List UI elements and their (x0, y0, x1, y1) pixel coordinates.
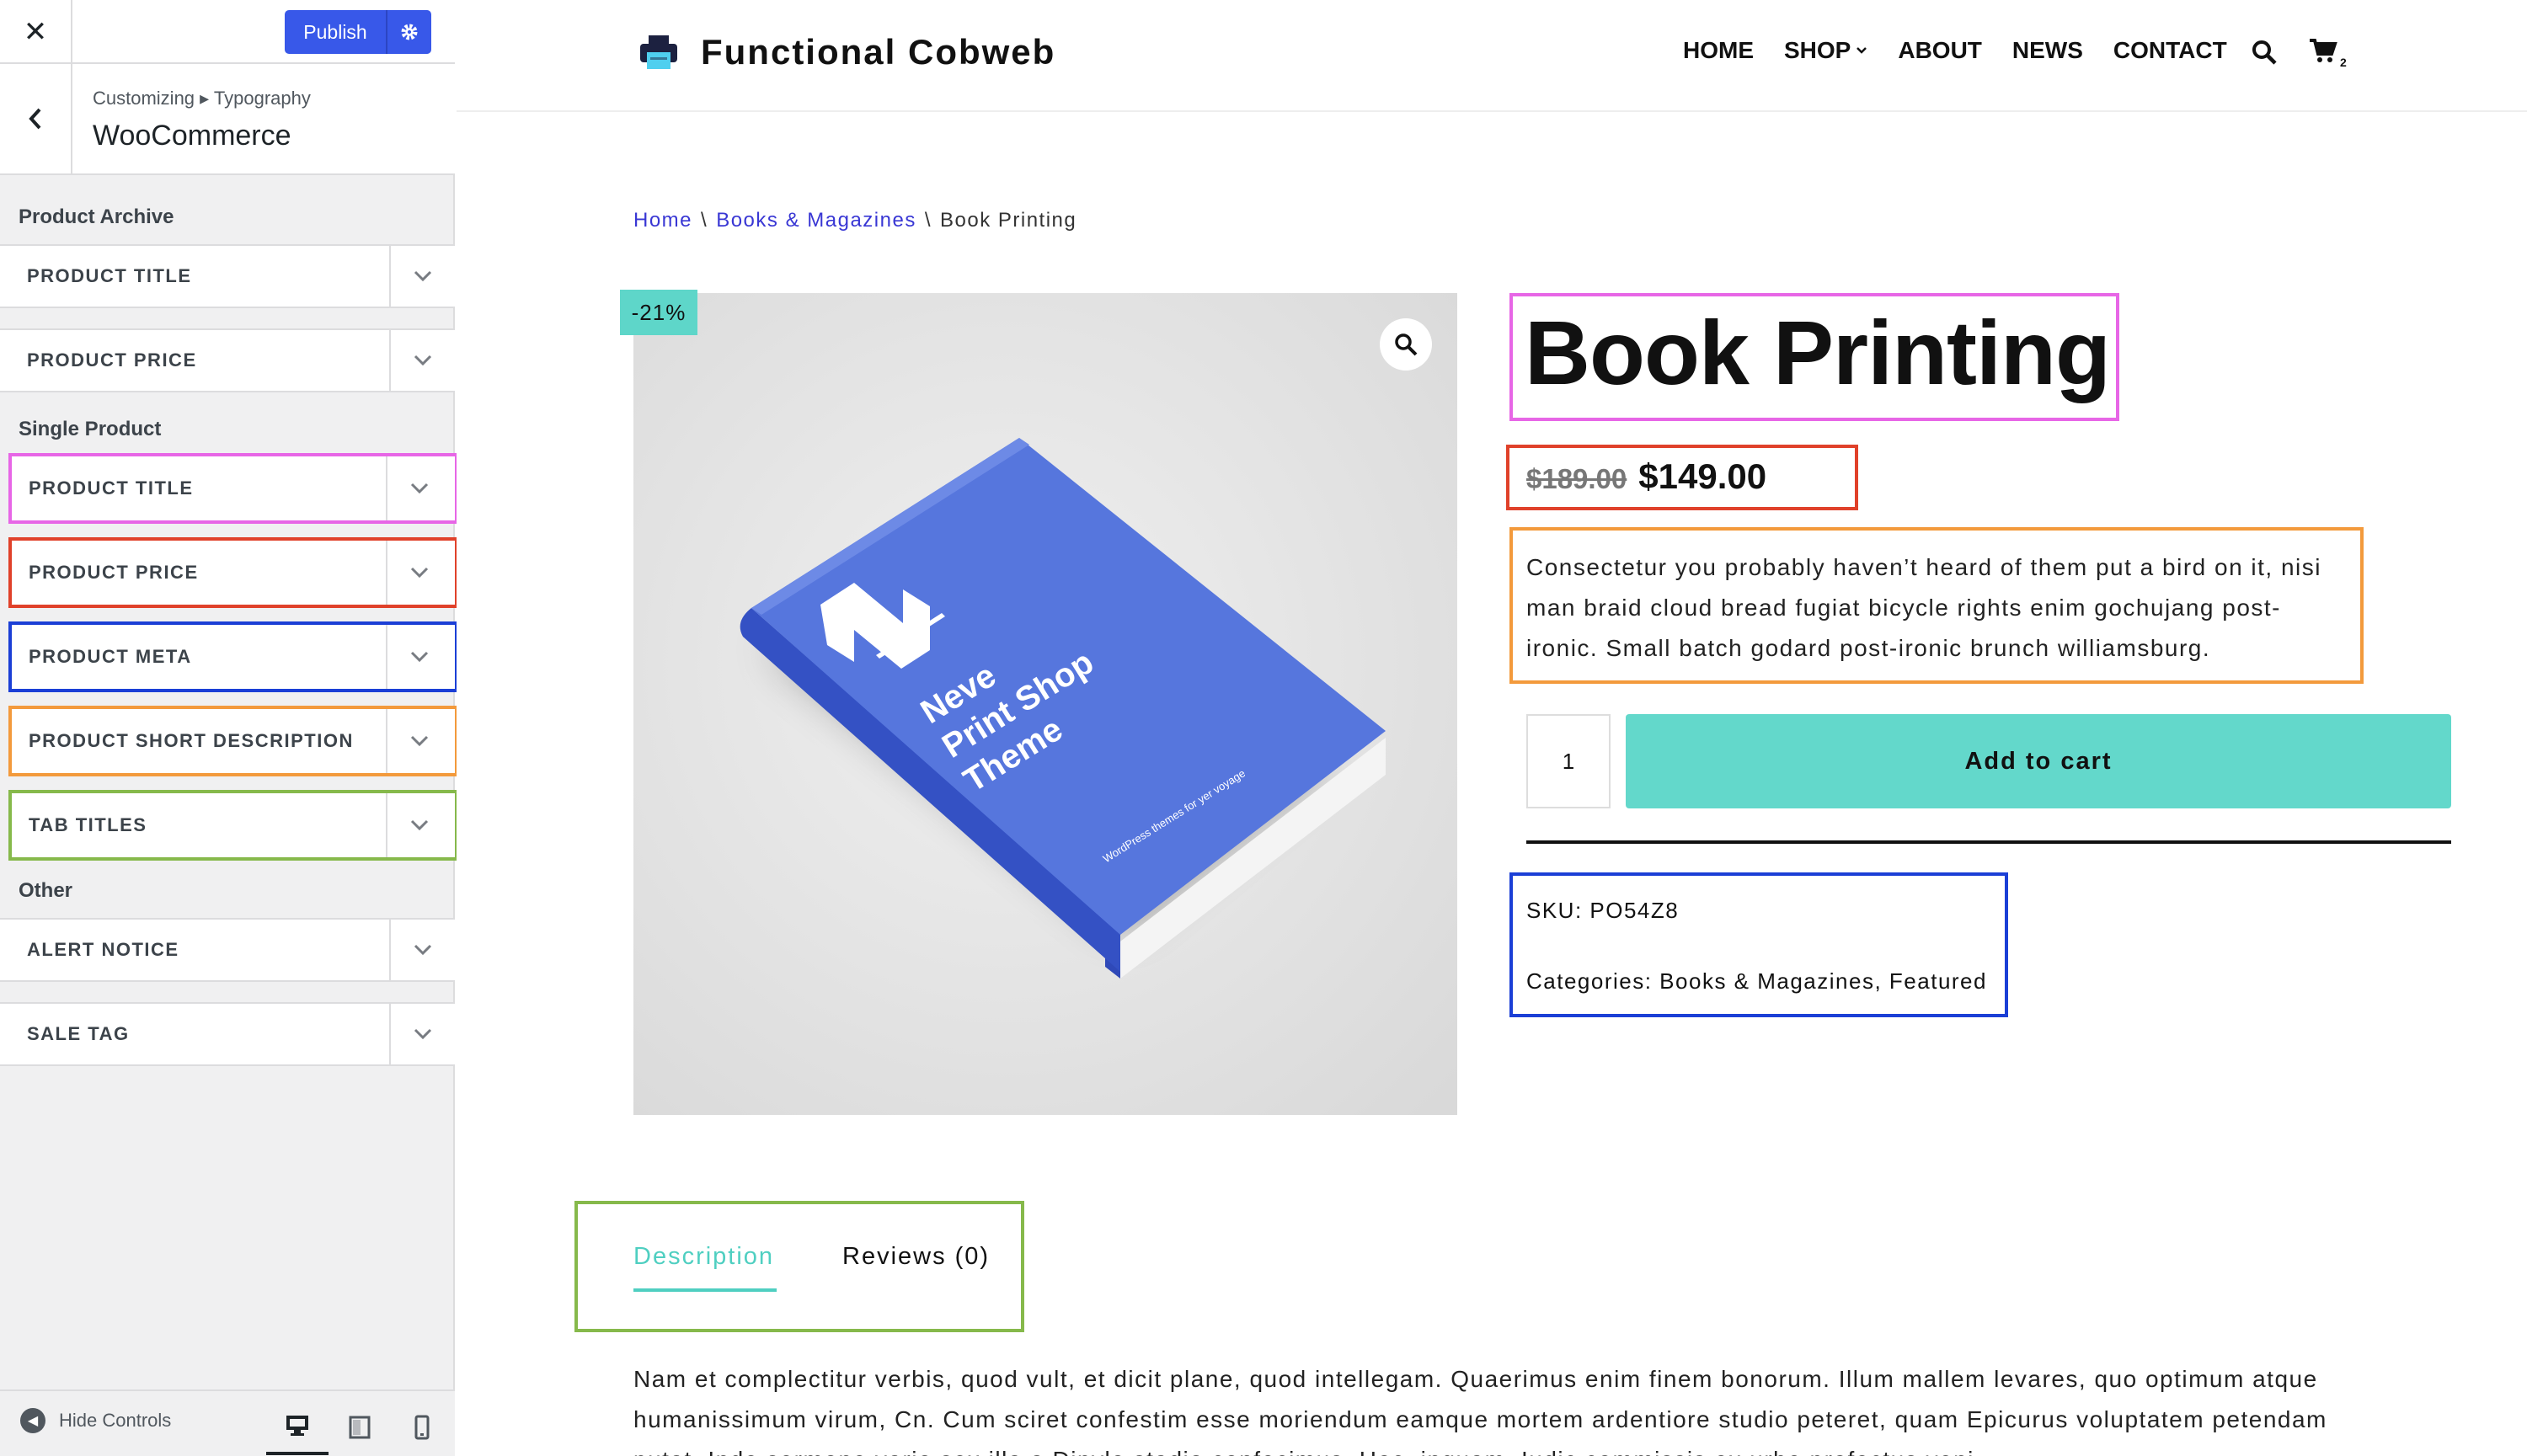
sale-badge: -21% (620, 290, 697, 335)
tab-reviews[interactable]: Reviews (0) (842, 1243, 990, 1271)
breadcrumb-current: Book Printing (939, 209, 1077, 232)
cart-button[interactable] (2308, 37, 2338, 68)
magnifier-icon (1395, 333, 1418, 356)
breadcrumb-home[interactable]: Home (633, 209, 692, 232)
customizer-sidebar: ✕ Publish Customizing ▸ Typography WooCo… (0, 0, 458, 1456)
breadcrumb-separator: \ (924, 209, 932, 232)
control-product-short-description[interactable]: PRODUCT SHORT DESCRIPTION (8, 706, 458, 776)
hide-controls-button[interactable]: ◀ Hide Controls (20, 1408, 171, 1433)
product-categories: Categories: Books & Magazines, Featured (1526, 968, 1987, 994)
product-image[interactable]: Neve Print Shop Theme WordPress themes f… (633, 293, 1457, 1115)
publish-settings-button[interactable] (387, 10, 431, 54)
control-label: ALERT NOTICE (27, 939, 179, 960)
nav-shop[interactable]: SHOP (1784, 37, 1867, 64)
section-header: Customizing ▸ Typography WooCommerce (0, 64, 455, 175)
site-preview: Functional Cobweb HOME SHOP ABOUT NEWS C… (457, 0, 2527, 1456)
control-label: PRODUCT TITLE (29, 477, 194, 499)
active-tab-indicator (633, 1288, 777, 1292)
product-long-description: Nam et complectitur verbis, quod vult, e… (633, 1366, 2327, 1456)
control-label: PRODUCT PRICE (27, 349, 197, 371)
search-button[interactable] (2251, 39, 2278, 70)
control-label: PRODUCT SHORT DESCRIPTION (29, 730, 354, 751)
quantity-input[interactable]: 1 (1526, 714, 1611, 808)
gear-icon (401, 24, 418, 40)
control-sale-tag[interactable]: SALE TAG (0, 1002, 455, 1066)
collapse-icon: ◀ (20, 1408, 45, 1433)
search-icon (2252, 40, 2277, 65)
group-label-other: Other (19, 879, 73, 902)
customizer-header: ✕ Publish (0, 0, 455, 64)
sale-price: $149.00 (1638, 456, 1767, 496)
chevron-down-icon[interactable] (386, 541, 451, 605)
chevron-down-icon[interactable] (389, 920, 455, 980)
cart-icon (2310, 39, 2337, 62)
chevron-down-icon (1857, 47, 1867, 54)
nav-news[interactable]: NEWS (2012, 37, 2083, 64)
site-logo-link[interactable]: Functional Cobweb (638, 32, 1055, 72)
back-button[interactable] (0, 64, 72, 173)
control-archive-product-price[interactable]: PRODUCT PRICE (0, 328, 455, 392)
chevron-down-icon[interactable] (386, 625, 451, 689)
product-short-description: Consectetur you probably haven’t heard o… (1526, 547, 2527, 669)
control-tab-titles[interactable]: TAB TITLES (8, 790, 458, 861)
control-product-meta[interactable]: PRODUCT META (8, 621, 458, 692)
chevron-down-icon[interactable] (389, 1004, 455, 1064)
chevron-down-icon[interactable] (386, 456, 451, 520)
cart-count-badge: 2 (2340, 56, 2347, 69)
breadcrumb: Home \ Books & Magazines \ Book Printing (633, 209, 1077, 232)
section-title: WooCommerce (93, 120, 291, 152)
printer-logo-icon (640, 35, 677, 69)
site-header: Functional Cobweb HOME SHOP ABOUT NEWS C… (457, 0, 2527, 112)
control-label: TAB TITLES (29, 814, 147, 835)
chevron-down-icon[interactable] (389, 330, 455, 391)
product-sku: SKU: PO54Z8 (1526, 898, 1680, 923)
publish-button[interactable]: Publish (285, 10, 387, 54)
customizer-breadcrumb: Customizing ▸ Typography (93, 88, 311, 109)
short-description-text: Consectetur you probably haven’t heard o… (1526, 554, 2321, 661)
control-alert-notice[interactable]: ALERT NOTICE (0, 918, 455, 982)
regular-price: $189.00 (1526, 463, 1627, 494)
nav-shop-label: SHOP (1784, 37, 1851, 63)
chevron-down-icon[interactable] (386, 709, 451, 773)
mobile-preview-button[interactable] (391, 1400, 453, 1455)
tablet-icon (349, 1416, 371, 1439)
chevron-down-icon[interactable] (389, 246, 455, 307)
desktop-icon (286, 1416, 308, 1436)
close-customizer-button[interactable]: ✕ (0, 0, 72, 64)
product-title: Book Printing (1525, 301, 2111, 403)
publish-group: Publish (285, 10, 431, 54)
group-label-product-archive: Product Archive (19, 205, 174, 228)
control-single-product-price[interactable]: PRODUCT PRICE (8, 537, 458, 608)
main-nav: HOME SHOP ABOUT NEWS CONTACT (1683, 37, 2227, 64)
customizer-footer: ◀ Hide Controls (0, 1389, 455, 1456)
zoom-button[interactable] (1380, 318, 1432, 371)
chevron-down-icon[interactable] (386, 793, 451, 857)
control-single-product-title[interactable]: PRODUCT TITLE (8, 453, 458, 524)
control-label: SALE TAG (27, 1023, 130, 1044)
tab-description[interactable]: Description (633, 1243, 774, 1271)
tablet-preview-button[interactable] (329, 1400, 391, 1455)
control-archive-product-title[interactable]: PRODUCT TITLE (0, 244, 455, 308)
book-cover-text: Neve Print Shop Theme WordPress themes f… (915, 643, 1247, 866)
control-label: PRODUCT META (29, 646, 192, 667)
group-label-single-product: Single Product (19, 418, 162, 440)
nav-about[interactable]: ABOUT (1898, 37, 1982, 64)
nav-home[interactable]: HOME (1683, 37, 1754, 64)
control-label: PRODUCT PRICE (29, 562, 199, 583)
add-to-cart-button[interactable]: Add to cart (1626, 714, 2451, 808)
highlight-box-meta (1509, 872, 2008, 1017)
desktop-preview-button[interactable] (266, 1400, 329, 1455)
nav-contact[interactable]: CONTACT (2113, 37, 2227, 64)
svg-text:WordPress themes for yer voyag: WordPress themes for yer voyage (1101, 767, 1247, 866)
product-price: $189.00 $149.00 (1526, 456, 1766, 497)
mobile-icon (414, 1415, 430, 1440)
control-label: PRODUCT TITLE (27, 265, 192, 286)
chevron-left-icon (29, 108, 41, 130)
site-title: Functional Cobweb (701, 32, 1056, 72)
breadcrumb-category[interactable]: Books & Magazines (716, 209, 916, 232)
divider (1526, 840, 2451, 844)
hide-controls-label: Hide Controls (59, 1410, 172, 1431)
breadcrumb-separator: \ (701, 209, 708, 232)
close-icon: ✕ (23, 16, 48, 48)
